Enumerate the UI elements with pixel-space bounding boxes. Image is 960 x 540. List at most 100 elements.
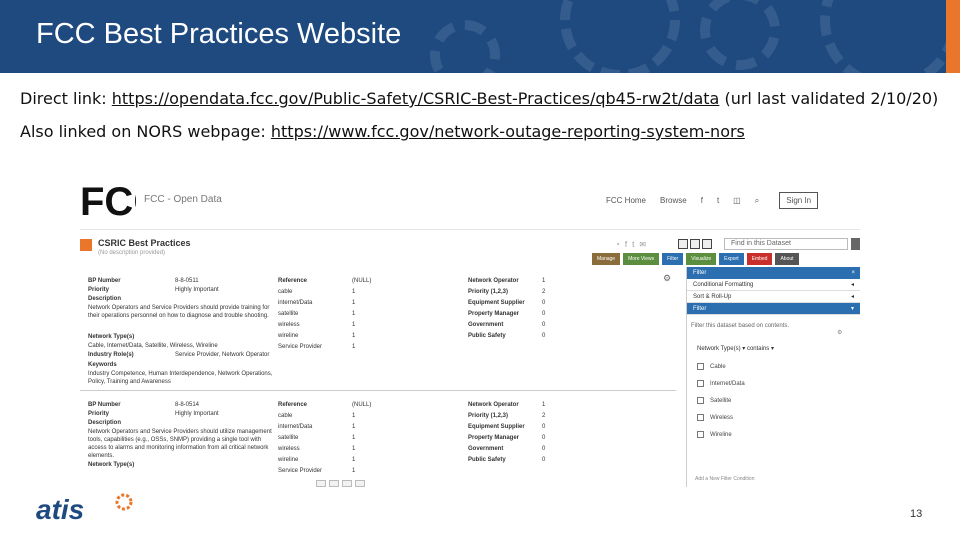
visualize-button[interactable]: Visualize <box>686 253 717 265</box>
field-label: satellite <box>278 435 299 441</box>
direct-link-note: (url last validated 2/10/20) <box>719 89 939 108</box>
filter-condition[interactable]: Network Type(s) ▾ contains ▾ <box>697 345 774 352</box>
search-icon[interactable]: ⌕ <box>755 196 759 206</box>
dataset-title: CSRIC Best Practices <box>98 238 191 248</box>
prev-page-icon[interactable] <box>329 480 339 487</box>
fcc-logo: FCC <box>80 180 136 223</box>
field-value: 0 <box>542 457 546 463</box>
filter-option-checkbox[interactable]: Wireless <box>697 414 733 421</box>
field-label: cable <box>278 413 293 419</box>
close-icon[interactable] <box>851 238 860 250</box>
gear-icon[interactable]: ⚙ <box>837 329 842 336</box>
filter-option-label: Wireline <box>710 432 732 439</box>
field-value: 0 <box>542 300 546 306</box>
filter-hint: Filter this dataset based on contents. <box>691 323 790 329</box>
field-value: 1 <box>352 435 356 441</box>
field-value: 1 <box>352 468 356 474</box>
sort-rollup-item[interactable]: Sort & Roll-Up ◂ <box>687 291 860 303</box>
field-value: 1 <box>352 289 356 295</box>
facebook-icon[interactable]: f <box>625 240 627 249</box>
field-label: satellite <box>278 311 299 317</box>
divider <box>80 229 860 230</box>
field-value: 0 <box>542 311 546 317</box>
find-in-dataset-input[interactable]: Find in this Dataset <box>724 238 848 250</box>
direct-link[interactable]: https://opendata.fcc.gov/Public-Safety/C… <box>112 89 720 108</box>
toolbar: Manage More Views Filter Visualize Export Emb… <box>592 253 799 265</box>
field-value: 1 <box>352 322 356 328</box>
close-icon[interactable]: × <box>851 267 855 279</box>
field-label: Government <box>468 322 504 328</box>
nav-browse[interactable]: Browse <box>660 196 687 205</box>
grid-view-icon[interactable] <box>678 239 688 249</box>
filter-option-label: Internet/Data <box>710 381 745 388</box>
filter-option-checkbox[interactable]: Wireline <box>697 431 732 438</box>
accent-strip <box>946 0 960 73</box>
field-label: Network Type(s) <box>88 462 135 468</box>
field-value: (NULL) <box>352 278 372 284</box>
twitter-icon[interactable]: t <box>632 240 634 249</box>
field-value: Highly Important <box>175 411 219 417</box>
field-label: Reference <box>278 402 308 408</box>
field-label: Description <box>88 420 122 426</box>
view-toggle <box>678 239 712 249</box>
page-view-icon[interactable] <box>690 239 700 249</box>
record-separator <box>80 390 676 391</box>
field-label: Property Manager <box>468 435 520 441</box>
filter-option-label: Wireless <box>710 415 734 422</box>
field-value: 1 <box>352 446 356 452</box>
filter-option-checkbox[interactable]: Internet/Data <box>697 380 745 387</box>
field-value: 1 <box>352 457 356 463</box>
next-page-icon[interactable] <box>342 480 352 487</box>
field-label: Industry Role(s) <box>88 352 134 358</box>
checkbox-icon <box>697 414 704 421</box>
row-view-icon[interactable] <box>702 239 712 249</box>
embed-button[interactable]: Embed <box>746 253 773 265</box>
filter-option-label: Satellite <box>710 398 732 405</box>
facebook-icon[interactable]: f <box>701 196 703 205</box>
about-button[interactable]: About <box>775 253 799 265</box>
settings-gear-icon[interactable]: ⚙ <box>663 273 671 284</box>
field-label: Equipment Supplier <box>468 424 525 430</box>
field-value: 1 <box>352 333 356 339</box>
sign-in-button[interactable]: Sign In <box>779 192 819 209</box>
slide-title: FCC Best Practices Website <box>36 18 402 50</box>
direct-link-line: Direct link: https://opendata.fcc.gov/Pu… <box>20 89 938 108</box>
field-value: (NULL) <box>352 402 372 408</box>
filter-option-checkbox[interactable]: Satellite <box>697 397 731 404</box>
first-page-icon[interactable] <box>316 480 326 487</box>
filter-option-checkbox[interactable]: Cable <box>697 363 726 370</box>
filter-item[interactable]: Filter ▾ <box>687 303 860 315</box>
site-nav: FCC Home Browse f t ◫ ⌕ Sign In <box>606 192 819 209</box>
email-icon[interactable]: ✉ <box>639 240 646 249</box>
field-value: 1 <box>352 424 356 430</box>
twitter-icon[interactable]: t <box>717 196 719 205</box>
add-filter-link[interactable]: Add a New Filter Condition <box>695 476 754 482</box>
direct-link-label: Direct link: <box>20 89 112 108</box>
chevron-left-icon: ◂ <box>850 294 854 300</box>
field-value: Network Operators and Service Providers … <box>88 429 272 459</box>
page-number: 13 <box>910 508 923 520</box>
dataset-subtitle: (No description provided) <box>98 250 166 256</box>
rss-icon[interactable]: ◫ <box>733 196 741 205</box>
last-page-icon[interactable] <box>355 480 365 487</box>
checkbox-icon <box>697 363 704 370</box>
field-label: Government <box>468 446 504 452</box>
field-label: Network Operator <box>468 278 519 284</box>
field-label: wireline <box>278 333 299 339</box>
field-value: 1 <box>352 311 356 317</box>
field-label: Priority (1,2,3) <box>468 413 509 419</box>
nav-home[interactable]: FCC Home <box>606 196 646 205</box>
more-views-button[interactable]: More Views <box>623 253 660 265</box>
field-value: 2 <box>542 289 546 295</box>
filter-button[interactable]: Filter <box>662 253 684 265</box>
export-button[interactable]: Export <box>719 253 744 265</box>
field-value: 1 <box>542 278 546 284</box>
rss-icon[interactable]: ◔ <box>615 240 620 249</box>
nors-link[interactable]: https://www.fcc.gov/network-outage-repor… <box>271 122 745 141</box>
conditional-formatting-item[interactable]: Conditional Formatting ◂ <box>687 279 860 291</box>
atis-logo: atis <box>36 493 133 524</box>
gear-decoration-icon <box>430 20 500 73</box>
manage-button[interactable]: Manage <box>592 253 621 265</box>
checkbox-icon <box>697 431 704 438</box>
field-label: Service Provider <box>278 344 323 350</box>
